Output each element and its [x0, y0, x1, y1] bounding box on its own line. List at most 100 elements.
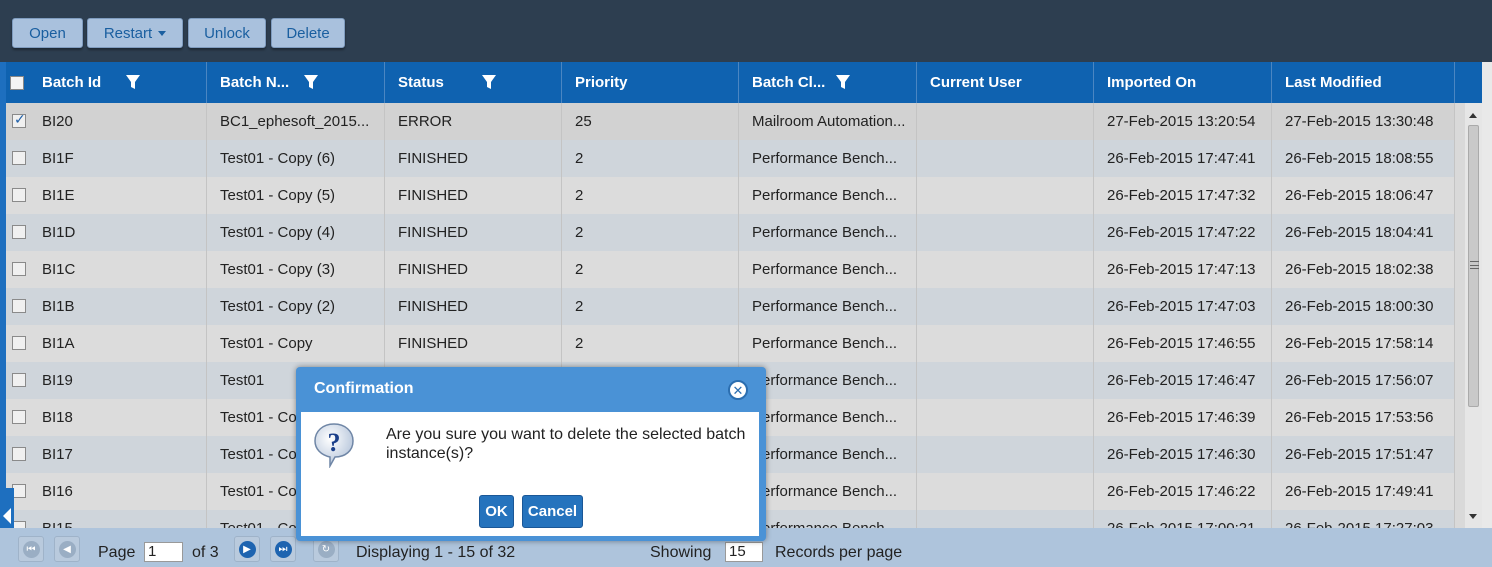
row-checkbox[interactable]	[12, 336, 26, 350]
row-checkbox[interactable]	[12, 521, 26, 528]
batch-class-cell: Mailroom Automation...	[739, 103, 917, 140]
row-checkbox[interactable]	[12, 484, 26, 498]
status-cell: FINISHED	[385, 140, 562, 177]
column-header[interactable]: Current User	[917, 62, 1094, 103]
current-user-cell	[917, 399, 1094, 436]
row-checkbox[interactable]	[12, 111, 26, 128]
filter-icon[interactable]	[481, 74, 497, 90]
row-checkbox[interactable]	[12, 151, 26, 165]
imported-on-cell: 26-Feb-2015 17:46:47	[1094, 362, 1272, 399]
delete-button[interactable]: Delete	[271, 18, 345, 48]
status-cell: FINISHED	[385, 288, 562, 325]
imported-on-cell: 26-Feb-2015 17:46:55	[1094, 325, 1272, 362]
table-row[interactable]: BI1F Test01 - Copy (6) FINISHED 2 Performanc…	[6, 140, 1455, 177]
filter-icon[interactable]	[835, 74, 851, 90]
batch-id-cell: BI1C	[29, 251, 207, 288]
last-modified-cell: 26-Feb-2015 18:08:55	[1272, 140, 1455, 177]
table-row[interactable]: BI1C Test01 - Copy (3) FINISHED 2 Performanc…	[6, 251, 1455, 288]
page-number-input[interactable]: 1	[144, 542, 183, 562]
current-user-cell	[917, 251, 1094, 288]
column-header[interactable]: Imported On	[1094, 62, 1272, 103]
column-header[interactable]: Last Modified	[1272, 62, 1455, 103]
table-row[interactable]: BI1E Test01 - Copy (5) FINISHED 2 Performanc…	[6, 177, 1455, 214]
cancel-button[interactable]: Cancel	[522, 495, 583, 528]
batch-class-cell: Performance Bench...	[739, 177, 917, 214]
column-header[interactable]: Status	[385, 62, 562, 103]
scroll-up-icon[interactable]	[1469, 113, 1477, 118]
row-checkbox[interactable]	[12, 225, 26, 239]
batch-id-cell: BI17	[29, 436, 207, 473]
row-checkbox[interactable]	[12, 410, 26, 424]
last-page-icon: ⏭	[274, 540, 292, 558]
row-checkbox[interactable]	[12, 262, 26, 276]
row-checkbox[interactable]	[12, 299, 26, 313]
last-page-button[interactable]: ⏭	[270, 536, 296, 562]
row-checkbox[interactable]	[12, 373, 26, 387]
priority-cell: 2	[562, 288, 739, 325]
column-header-label: Imported On	[1107, 74, 1197, 91]
column-header-label: Batch Cl...	[752, 74, 826, 91]
last-modified-cell: 26-Feb-2015 18:02:38	[1272, 251, 1455, 288]
open-button[interactable]: Open	[12, 18, 83, 48]
column-header[interactable]: Batch Cl...	[739, 62, 917, 103]
filter-icon[interactable]	[303, 74, 319, 90]
prev-page-button[interactable]: ◀	[54, 536, 80, 562]
column-header[interactable]: Batch N...	[207, 62, 385, 103]
batch-id-cell: BI15	[29, 510, 207, 528]
column-header-label: Current User	[930, 74, 1022, 91]
page-count-label: of 3	[192, 544, 219, 561]
row-checkbox[interactable]	[12, 188, 26, 202]
status-cell: FINISHED	[385, 214, 562, 251]
column-header[interactable]: Batch Id	[29, 62, 207, 103]
confirmation-dialog: Confirmation ✕ ? Are you sure you want t…	[296, 367, 766, 541]
current-user-cell	[917, 510, 1094, 528]
status-cell: ERROR	[385, 103, 562, 140]
toolbar: Open Restart Unlock Delete	[0, 0, 1492, 62]
batch-id-cell: BI1B	[29, 288, 207, 325]
last-modified-cell: 26-Feb-2015 18:06:47	[1272, 177, 1455, 214]
filter-icon[interactable]	[125, 74, 141, 90]
open-button-label: Open	[29, 24, 66, 42]
imported-on-cell: 26-Feb-2015 17:46:22	[1094, 473, 1272, 510]
unlock-button-label: Unlock	[204, 24, 250, 42]
batch-id-cell: BI1F	[29, 140, 207, 177]
restart-button[interactable]: Restart	[87, 18, 183, 48]
row-checkbox[interactable]	[12, 447, 26, 461]
last-modified-cell: 26-Feb-2015 18:00:30	[1272, 288, 1455, 325]
dialog-message: Are you sure you want to delete the sele…	[386, 426, 746, 462]
current-user-cell	[917, 325, 1094, 362]
batch-name-cell: Test01 - Copy (2)	[207, 288, 385, 325]
current-user-cell	[917, 473, 1094, 510]
unlock-button[interactable]: Unlock	[188, 18, 266, 48]
vertical-scrollbar[interactable]	[1465, 103, 1482, 528]
priority-cell: 2	[562, 325, 739, 362]
ok-button[interactable]: OK	[479, 495, 514, 528]
chevron-down-icon	[158, 30, 167, 36]
batch-id-cell: BI19	[29, 362, 207, 399]
svg-text:?: ?	[328, 428, 341, 457]
imported-on-cell: 26-Feb-2015 17:47:32	[1094, 177, 1272, 214]
table-row[interactable]: BI1B Test01 - Copy (2) FINISHED 2 Performanc…	[6, 288, 1455, 325]
batch-name-cell: Test01 - Copy (4)	[207, 214, 385, 251]
select-all-checkbox[interactable]	[10, 76, 24, 90]
batch-id-cell: BI1A	[29, 325, 207, 362]
delete-button-label: Delete	[286, 24, 330, 42]
batch-name-cell: Test01 - Copy (5)	[207, 177, 385, 214]
next-page-button[interactable]: ▶	[234, 536, 260, 562]
imported-on-cell: 26-Feb-2015 17:46:39	[1094, 399, 1272, 436]
batch-class-cell: Performance Bench...	[739, 251, 917, 288]
scroll-down-icon[interactable]	[1469, 514, 1477, 519]
first-page-button[interactable]: ⏮	[18, 536, 44, 562]
table-row[interactable]: BI1A Test01 - Copy FINISHED 2 Performance Be…	[6, 325, 1455, 362]
column-header[interactable]: Priority	[562, 62, 739, 103]
batch-name-cell: Test01 - Copy	[207, 325, 385, 362]
current-user-cell	[917, 140, 1094, 177]
close-icon[interactable]: ✕	[728, 380, 748, 400]
records-per-page-input[interactable]: 15	[725, 542, 763, 562]
imported-on-cell: 26-Feb-2015 17:47:22	[1094, 214, 1272, 251]
column-header-label: Priority	[575, 74, 628, 91]
table-row[interactable]: BI1D Test01 - Copy (4) FINISHED 2 Performanc…	[6, 214, 1455, 251]
records-per-page-label: Records per page	[775, 544, 903, 561]
table-row[interactable]: BI20BC1_ephesoft_2015...ERROR25Mailroom …	[6, 103, 1455, 140]
imported-on-cell: 26-Feb-2015 17:47:13	[1094, 251, 1272, 288]
